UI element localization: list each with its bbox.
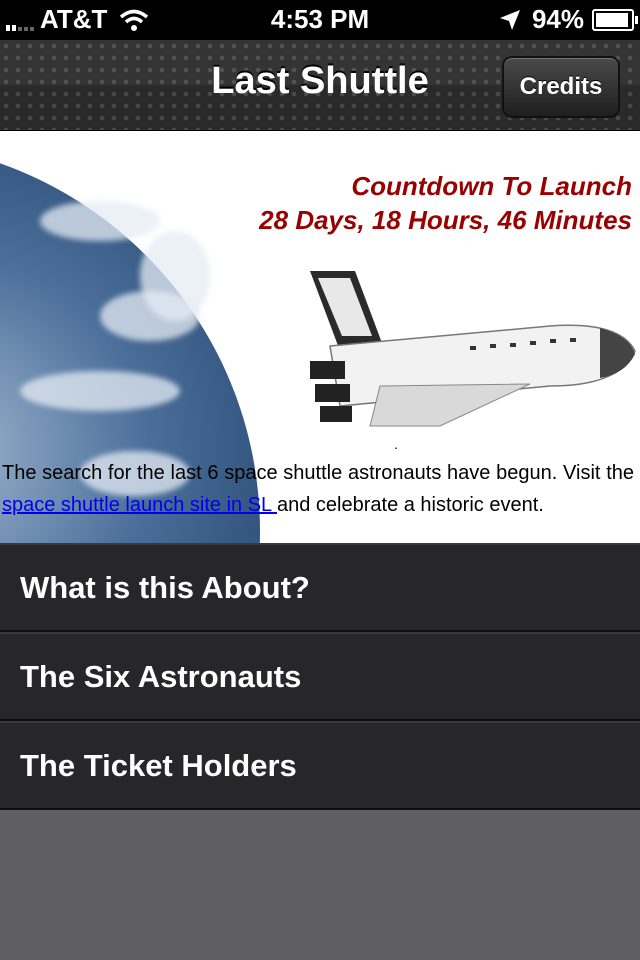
battery-icon (592, 8, 638, 31)
intro-text: The search for the last 6 space shuttle … (2, 457, 634, 521)
status-bar: AT&T 4:53 PM 94% (0, 0, 640, 40)
countdown-title: Countdown To Launch (351, 171, 632, 201)
intro-text-start: The search for the last 6 space shuttle … (2, 462, 634, 484)
empty-area (0, 822, 640, 960)
space-shuttle-image (310, 271, 636, 427)
countdown: Countdown To Launch 28 Days, 18 Hours, 4… (259, 169, 632, 237)
separator-dot: . (394, 436, 398, 452)
menu-list: What is this About? The Six Astronauts T… (0, 543, 640, 810)
battery-percent: 94% (531, 4, 584, 34)
menu-item-astronauts[interactable]: The Six Astronauts (0, 632, 640, 721)
navigation-bar: Last Shuttle Credits (0, 40, 640, 131)
countdown-value: 28 Days, 18 Hours, 46 Minutes (259, 205, 632, 235)
launch-site-link[interactable]: space shuttle launch site in SL (2, 494, 277, 516)
web-content: Countdown To Launch 28 Days, 18 Hours, 4… (0, 131, 640, 543)
credits-button[interactable]: Credits (502, 56, 620, 118)
intro-text-end: and celebrate a historic event. (276, 494, 544, 516)
menu-item-ticket-holders[interactable]: The Ticket Holders (0, 721, 640, 810)
status-right: 94% (498, 4, 638, 35)
location-arrow-icon (499, 9, 520, 30)
menu-item-about[interactable]: What is this About? (0, 543, 640, 632)
